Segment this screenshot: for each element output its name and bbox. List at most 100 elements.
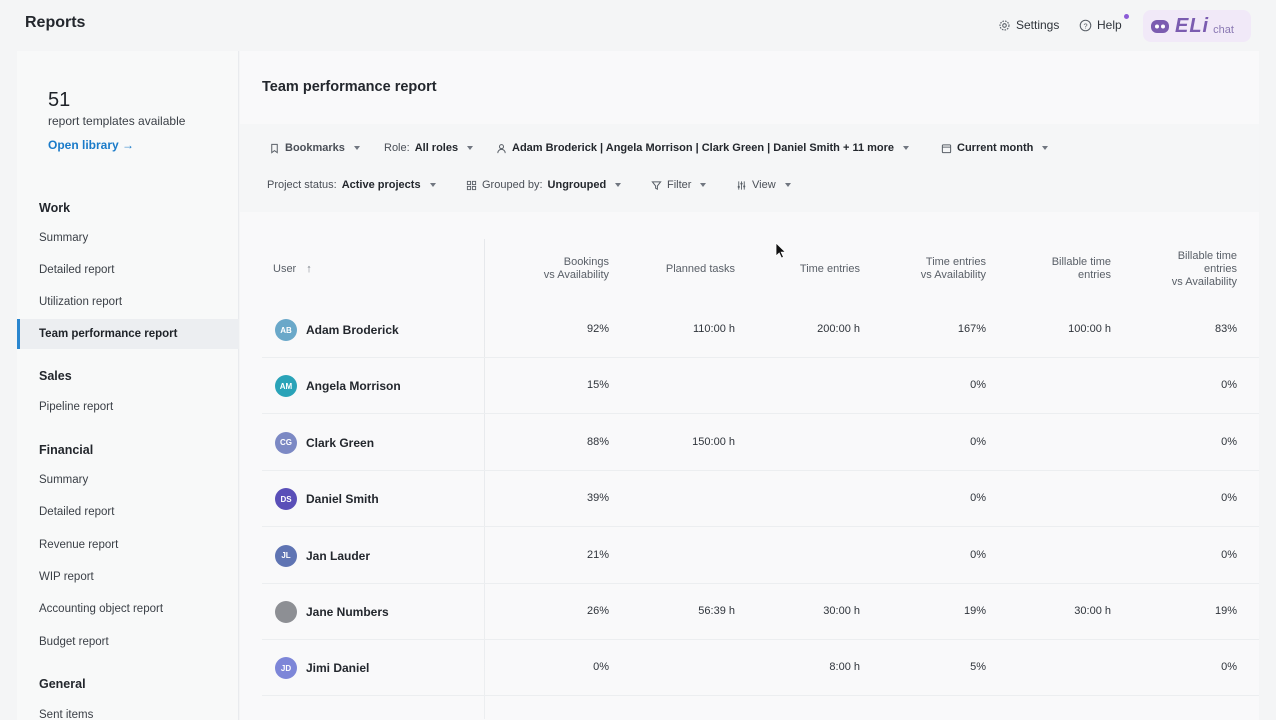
filter-button[interactable]: Filter — [651, 174, 707, 196]
avatar: CG — [275, 431, 297, 454]
nav-work-detailed-report[interactable]: Detailed report — [17, 255, 239, 285]
table-row[interactable]: JD Jimi Daniel 0% 8:00 h 5% 0% — [262, 640, 1259, 697]
nav-team-performance-report[interactable]: Team performance report — [17, 319, 239, 349]
nav-financial-summary[interactable]: Summary — [17, 465, 239, 495]
notification-dot — [1124, 14, 1129, 19]
col-header-line: Billable time — [1051, 256, 1111, 268]
user-name[interactable]: Angela Morrison — [306, 379, 401, 393]
bookmark-icon — [271, 143, 278, 154]
table-cell: 0% — [970, 379, 986, 392]
period-value: Current month — [957, 142, 1034, 154]
avatar: DS — [275, 488, 297, 511]
nav-financial-detailed-report[interactable]: Detailed report — [17, 497, 239, 527]
project-status-dropdown[interactable]: Project status: Active projects — [267, 174, 436, 196]
settings-label: Settings — [1016, 18, 1060, 32]
view-button[interactable]: View — [736, 174, 791, 196]
user-name[interactable]: Adam Broderick — [306, 323, 399, 337]
role-value: All roles — [414, 142, 459, 154]
users-dropdown[interactable]: Adam Broderick | Angela Morrison | Clark… — [496, 137, 910, 159]
user-name[interactable]: Jan Lauder — [306, 549, 370, 563]
nav-pipeline-report[interactable]: Pipeline report — [17, 392, 239, 422]
col-header-billable-vs-availability[interactable]: Billable time entries vs Availability — [1137, 239, 1237, 299]
chevron-down-icon — [700, 183, 707, 187]
section-work: Work — [39, 201, 71, 215]
nav-accounting-object-report[interactable]: Accounting object report — [17, 594, 239, 624]
chevron-down-icon — [1042, 146, 1049, 150]
section-general: General — [39, 677, 86, 691]
eli-logo: ELi — [1175, 14, 1210, 37]
grouped-by-dropdown[interactable]: Grouped by: Ungrouped — [466, 174, 622, 196]
nav-revenue-report[interactable]: Revenue report — [17, 530, 239, 560]
group-icon — [466, 180, 477, 190]
robot-icon — [1151, 20, 1169, 33]
col-header-line: vs Availability — [920, 269, 986, 281]
table-cell: 0% — [970, 548, 986, 561]
table-row[interactable]: AM Angela Morrison 15% 0% 0% — [262, 358, 1259, 415]
app-title: Reports — [25, 14, 86, 31]
nav-wip-report[interactable]: WIP report — [17, 562, 239, 592]
table-cell: 150:00 h — [692, 435, 735, 448]
avatar: JD — [275, 657, 297, 680]
eli-chat-button[interactable]: ELi chat — [1143, 10, 1251, 42]
table-cell: 26% — [586, 605, 609, 617]
grouped-by-label: Grouped by: — [482, 179, 543, 191]
table-cell: 0% — [1221, 435, 1237, 448]
nav-utilization-report[interactable]: Utilization report — [17, 287, 239, 317]
grouped-by-value: Ungrouped — [547, 179, 607, 191]
sort-ascending-icon: ↑ — [306, 262, 312, 275]
top-bar: Reports Settings ? Help ELi chat — [0, 0, 1276, 48]
user-name[interactable]: Clark Green — [306, 436, 374, 450]
table-cell: 30:00 h — [1074, 605, 1111, 617]
table-row[interactable]: AB Adam Broderick 92% 110:00 h 200:00 h 167% 1… — [262, 302, 1259, 358]
chevron-down-icon — [429, 183, 436, 187]
settings-link[interactable]: Settings — [998, 18, 1059, 32]
col-header-user[interactable]: User ↑ — [273, 239, 393, 299]
table-cell: 8:00 h — [829, 661, 860, 674]
eli-chat-label: chat — [1213, 24, 1234, 36]
table-cell: 0% — [1221, 548, 1237, 561]
table-cell: 0% — [1221, 661, 1237, 674]
role-dropdown[interactable]: Role: All roles — [384, 137, 474, 159]
nav-budget-report[interactable]: Budget report — [17, 627, 239, 657]
avatar: JL — [275, 544, 297, 567]
table-cell: 5% — [970, 661, 986, 674]
table-cell: 92% — [586, 323, 609, 335]
col-header-planned-tasks[interactable]: Planned tasks — [635, 239, 735, 299]
table-cell: 0% — [1221, 492, 1237, 505]
table-row[interactable]: JL Jan Lauder 21% 0% 0% — [262, 528, 1259, 584]
table-row[interactable]: Jane Numbers 26% 56:39 h 30:00 h 19% 30:00 h 1… — [262, 584, 1259, 640]
col-header-billable-time-entries[interactable]: Billable time entries — [1011, 239, 1111, 299]
user-name[interactable]: Jimi Daniel — [306, 661, 369, 675]
nav-sent-items[interactable]: Sent items — [17, 700, 239, 720]
col-header-bookings-vs-availability[interactable]: Bookings vs Availability — [509, 239, 609, 299]
user-name[interactable]: Jane Numbers — [306, 605, 389, 619]
table-cell: 88% — [586, 435, 609, 448]
user-icon — [497, 143, 506, 153]
help-link[interactable]: ? Help — [1079, 18, 1122, 32]
user-name[interactable]: Daniel Smith — [306, 492, 379, 506]
table-row[interactable]: DS Daniel Smith 39% 0% 0% — [262, 471, 1259, 528]
filter-bar: Bookmarks Role: All roles Adam Broderick… — [240, 124, 1259, 212]
col-header-line: vs Availability — [543, 269, 609, 281]
col-header-line: Bookings — [563, 256, 609, 268]
avatar — [275, 601, 297, 623]
chevron-down-icon — [467, 146, 474, 150]
help-icon: ? — [1079, 19, 1092, 31]
col-header-time-entries-vs-availability[interactable]: Time entries vs Availability — [886, 239, 986, 299]
open-library-link[interactable]: Open library → — [48, 138, 134, 152]
bookmarks-dropdown[interactable]: Bookmarks — [269, 137, 360, 159]
nav-work-summary[interactable]: Summary — [17, 223, 239, 253]
table-cell: 56:39 h — [698, 605, 735, 617]
table-cell: 0% — [593, 661, 609, 674]
library-text: report templates available — [48, 114, 186, 128]
table-cell: 0% — [1221, 379, 1237, 392]
bookmarks-label: Bookmarks — [285, 142, 345, 154]
main-content: Team performance report Bookmarks Role: … — [240, 51, 1259, 720]
calendar-icon — [941, 143, 952, 153]
period-dropdown[interactable]: Current month — [941, 137, 1049, 159]
role-label: Role: — [384, 142, 410, 154]
avatar: AB — [275, 319, 297, 341]
project-status-label: Project status: — [267, 179, 337, 191]
view-label: View — [752, 179, 776, 191]
table-row[interactable]: CG Clark Green 88% 150:00 h 0% 0% — [262, 415, 1259, 471]
